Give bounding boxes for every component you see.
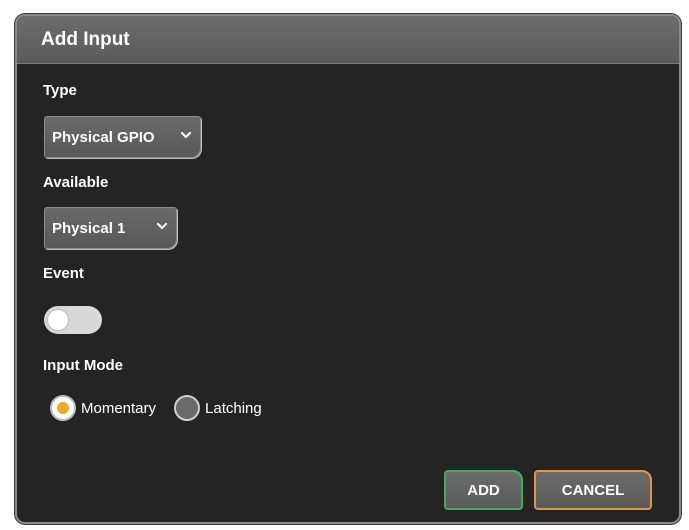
toggle-knob — [48, 310, 68, 330]
add-input-dialog: Add Input Type Physical GPIO Available P… — [15, 14, 681, 524]
available-select[interactable]: Physical 1 — [44, 207, 177, 249]
available-label: Available — [43, 174, 109, 191]
chevron-down-icon — [180, 131, 192, 139]
event-toggle[interactable] — [44, 306, 102, 334]
add-button[interactable]: ADD — [444, 470, 523, 510]
input-mode-label: Input Mode — [43, 357, 123, 374]
type-label: Type — [43, 82, 77, 99]
dialog-title: Add Input — [41, 28, 130, 50]
type-select[interactable]: Physical GPIO — [44, 116, 201, 158]
radio-option-momentary[interactable]: Momentary — [50, 395, 156, 421]
chevron-down-icon — [156, 222, 168, 230]
cancel-button[interactable]: CANCEL — [534, 470, 652, 510]
input-mode-radio-group: Momentary Latching — [50, 395, 280, 421]
available-select-value: Physical 1 — [52, 219, 126, 237]
latching-label: Latching — [205, 399, 262, 417]
momentary-radio[interactable] — [50, 395, 76, 421]
type-select-value: Physical GPIO — [52, 128, 155, 146]
momentary-label: Momentary — [81, 399, 157, 417]
dialog-header: Add Input — [17, 16, 679, 64]
latching-radio[interactable] — [174, 395, 201, 421]
radio-option-latching[interactable]: Latching — [174, 395, 262, 421]
event-label: Event — [43, 265, 84, 282]
